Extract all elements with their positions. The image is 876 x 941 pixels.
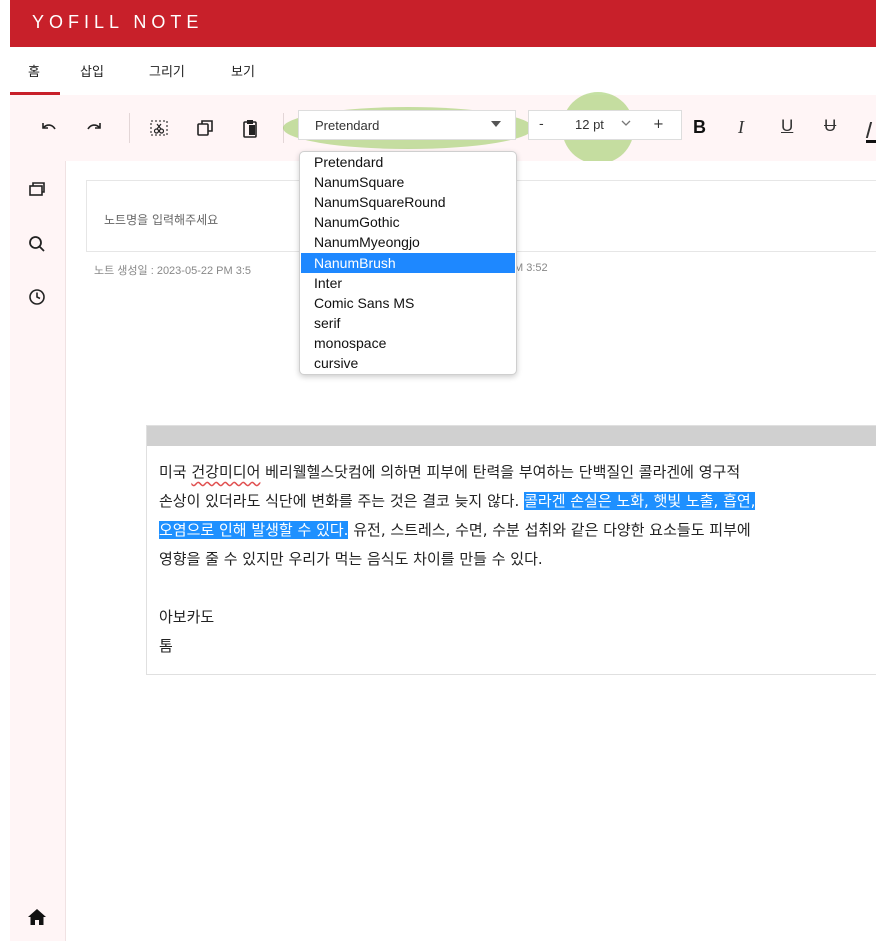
font-family-value: Pretendard bbox=[315, 118, 380, 133]
cut-icon[interactable] bbox=[146, 95, 172, 161]
undo-icon[interactable] bbox=[37, 95, 61, 161]
italic-button[interactable]: I bbox=[738, 117, 744, 138]
font-option-nanumsquare[interactable]: NanumSquare bbox=[301, 172, 515, 192]
chevron-down-icon bbox=[491, 121, 501, 127]
font-family-select[interactable]: Pretendard bbox=[298, 110, 516, 140]
size-decrease-button[interactable]: - bbox=[539, 117, 544, 132]
clock-icon[interactable] bbox=[25, 285, 49, 309]
font-option-nanumsquareround[interactable]: NanumSquareRound bbox=[301, 192, 515, 212]
font-family-dropdown: Pretendard NanumSquare NanumSquareRound … bbox=[299, 151, 517, 375]
paste-icon[interactable] bbox=[238, 95, 262, 161]
font-option-pretendard[interactable]: Pretendard bbox=[301, 152, 515, 172]
text-line: 손상이 있더라도 식단에 변화를 주는 것은 결코 늦지 않다. 콜라겐 손실은… bbox=[159, 492, 756, 510]
menu-insert[interactable]: 삽입 bbox=[80, 61, 104, 80]
size-increase-button[interactable]: + bbox=[653, 117, 664, 132]
font-option-nanumbrush[interactable]: NanumBrush bbox=[301, 253, 515, 273]
font-option-serif[interactable]: serif bbox=[301, 313, 515, 333]
bold-button[interactable]: B bbox=[693, 117, 706, 138]
toolbar-divider bbox=[129, 113, 130, 143]
app-titlebar: YOFILL NOTE bbox=[10, 0, 876, 47]
note-modified-date: M 3:52 bbox=[514, 262, 548, 274]
spellcheck-word: 건강미디어 bbox=[191, 463, 261, 481]
font-option-inter[interactable]: Inter bbox=[301, 273, 515, 293]
font-size-value[interactable]: 12 pt bbox=[575, 117, 604, 132]
text-line: 미국 건강미디어 베리웰헬스닷컴에 의하면 피부에 탄력을 부여하는 단백질인 … bbox=[159, 463, 741, 481]
font-option-cursive[interactable]: cursive bbox=[301, 353, 515, 373]
text-line: 아보카도 bbox=[159, 608, 215, 626]
strikethrough-button[interactable]: U bbox=[824, 116, 836, 136]
home-icon[interactable] bbox=[25, 905, 49, 929]
search-icon[interactable] bbox=[25, 232, 49, 256]
redo-icon[interactable] bbox=[82, 95, 106, 161]
selected-text: 콜라겐 손실은 노화, 햇빛 노출, 흡연, bbox=[524, 492, 756, 510]
editor-text[interactable]: 미국 건강미디어 베리웰헬스닷컴에 의하면 피부에 탄력을 부여하는 단백질인 … bbox=[159, 458, 876, 661]
text-line: 톰 bbox=[159, 637, 173, 655]
font-option-monospace[interactable]: monospace bbox=[301, 333, 515, 353]
text-line: 오염으로 인해 발생할 수 있다. 유전, 스트레스, 수면, 수분 섭취와 같… bbox=[159, 521, 751, 539]
copy-icon[interactable] bbox=[193, 95, 217, 161]
text-color-icon[interactable] bbox=[865, 120, 876, 144]
selected-text: 오염으로 인해 발생할 수 있다. bbox=[159, 521, 349, 539]
text-line bbox=[159, 574, 876, 603]
note-name-placeholder: 노트명을 입력해주세요 bbox=[104, 213, 219, 227]
font-option-nanummyeongjo[interactable]: NanumMyeongjo bbox=[301, 232, 515, 252]
text-line: 영향을 줄 수 있지만 우리가 먹는 음식도 차이를 만들 수 있다. bbox=[159, 550, 543, 568]
pages-icon[interactable] bbox=[25, 177, 49, 201]
menu-view[interactable]: 보기 bbox=[231, 61, 255, 80]
underline-button[interactable]: U bbox=[781, 116, 793, 136]
app-title: YOFILL NOTE bbox=[32, 12, 204, 32]
note-editor[interactable]: 미국 건강미디어 베리웰헬스닷컴에 의하면 피부에 탄력을 부여하는 단백질인 … bbox=[146, 425, 876, 675]
editor-header-bar bbox=[147, 426, 876, 446]
font-option-nanumgothic[interactable]: NanumGothic bbox=[301, 212, 515, 232]
menu-bar: 홈 삽입 그리기 보기 bbox=[10, 47, 876, 95]
font-option-comic-sans[interactable]: Comic Sans MS bbox=[301, 293, 515, 313]
chevron-down-icon[interactable] bbox=[621, 119, 631, 127]
menu-home[interactable]: 홈 bbox=[28, 61, 40, 80]
font-size-control: - 12 pt + bbox=[528, 110, 682, 140]
sidebar bbox=[10, 161, 66, 941]
note-created-date: 노트 생성일 : 2023-05-22 PM 3:5 bbox=[94, 265, 251, 277]
menu-draw[interactable]: 그리기 bbox=[149, 61, 185, 80]
